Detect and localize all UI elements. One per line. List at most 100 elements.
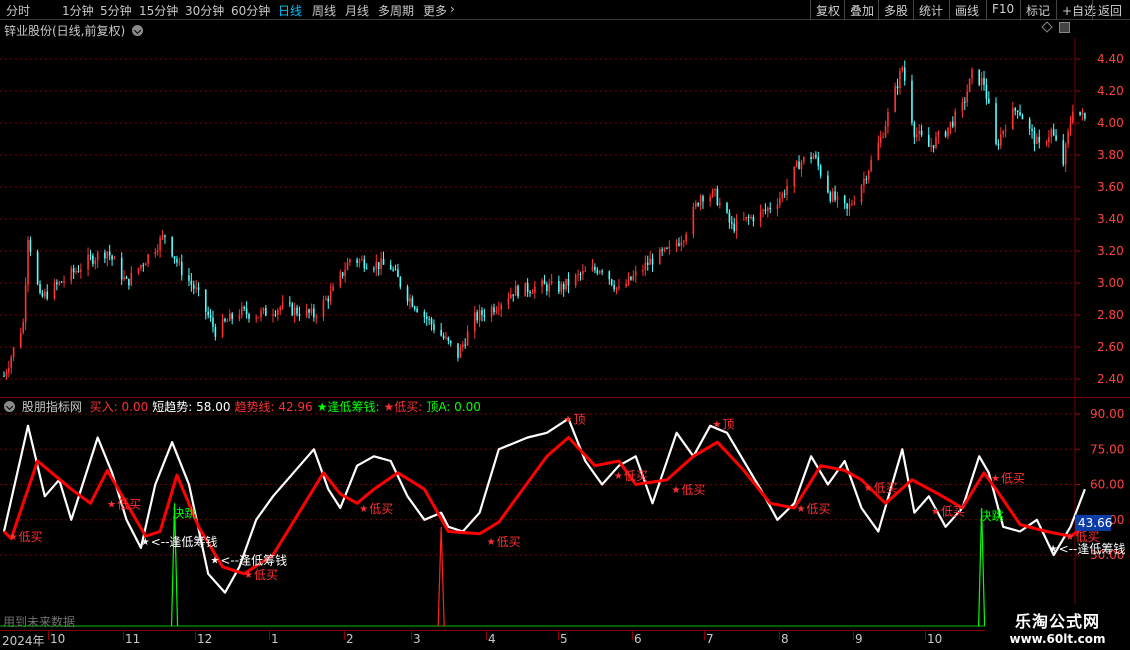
toolbar-button-1[interactable]: 叠加 (844, 0, 878, 20)
candle-body (800, 162, 803, 170)
candle-body (142, 265, 145, 267)
candle-body (373, 268, 375, 270)
candle-body (779, 198, 781, 205)
burst-marker: 决跳 (173, 507, 197, 521)
toolbar-button-6[interactable]: 标记 (1020, 0, 1054, 20)
candle-body (36, 251, 39, 285)
candle-body (120, 257, 123, 280)
diamond-icon[interactable] (1041, 21, 1053, 33)
candle-body (10, 357, 13, 368)
candle-body (783, 193, 786, 195)
tab-period-8[interactable]: 月线 (345, 2, 369, 19)
gather-marker: <--逢低筹钱 (151, 534, 218, 549)
tab-period-4[interactable]: 30分钟 (185, 2, 224, 19)
candle-body (546, 284, 548, 292)
candle-body (651, 258, 654, 265)
star-icon: ★ (712, 419, 721, 430)
tab-period-10[interactable]: 更多 (423, 2, 447, 19)
star-icon: ★ (991, 473, 1000, 484)
burst-marker: 决跳 (980, 509, 1004, 523)
star-icon: ★ (1049, 544, 1058, 555)
candle-body (731, 222, 733, 224)
indicator-chart[interactable]: 90.0075.0060.0045.0030.00★低买★低买★低买★低买★低买… (0, 398, 1130, 628)
candle-body (178, 261, 181, 263)
candle-body (461, 344, 464, 347)
candle-body (978, 69, 981, 85)
candle-body (341, 272, 344, 276)
low-buy-marker: 低买 (19, 530, 43, 544)
candle-body (478, 310, 481, 321)
candle-body (240, 306, 243, 316)
month-label: 5 (560, 632, 568, 646)
candle-body (733, 223, 736, 232)
candle-body (159, 237, 161, 251)
candle-body (951, 121, 954, 127)
chevron-right-icon[interactable]: › (450, 2, 455, 16)
tab-period-3[interactable]: 15分钟 (139, 2, 178, 19)
indicator-legend-0: 买入: 0.00 (89, 400, 149, 414)
candle-body (190, 280, 193, 285)
tab-period-2[interactable]: 5分钟 (100, 2, 132, 19)
toolbar-button-4[interactable]: 画线 (949, 0, 983, 20)
candle-body (5, 372, 8, 376)
tab-period-9[interactable]: 多周期 (378, 2, 414, 19)
candle-body (870, 159, 872, 171)
candle-body (495, 310, 498, 313)
candle-body (932, 145, 935, 148)
candle-body (1012, 108, 1014, 130)
watermark-url: www.60lt.com (1009, 632, 1106, 646)
candle-body (920, 130, 923, 136)
maximize-icon[interactable] (1059, 22, 1070, 33)
toolbar-button-8[interactable]: 返回 (1092, 0, 1126, 20)
candle-body (1033, 131, 1036, 145)
candle-body (231, 313, 233, 319)
chevron-down-icon[interactable] (4, 401, 15, 412)
candle-body (392, 269, 394, 271)
candle-body (971, 69, 973, 79)
tab-period-1[interactable]: 1分钟 (62, 2, 94, 19)
candle-body (123, 276, 125, 280)
candle-body (658, 249, 661, 265)
toolbar-button-5[interactable]: F10 (986, 0, 1018, 20)
candle-body (92, 255, 94, 264)
candlestick-chart[interactable]: 4.40 4.20 4.00 3.80 3.60 3.40 3.20 3.00 2.80 2.60… (0, 38, 1130, 398)
tab-period-5[interactable]: 60分钟 (231, 2, 270, 19)
candle-body (541, 280, 543, 287)
candle-body (87, 254, 89, 270)
candle-body (291, 303, 294, 316)
toolbar-button-3[interactable]: 统计 (913, 0, 947, 20)
tab-period-6[interactable]: 日线 (278, 2, 302, 19)
candle-body (918, 130, 920, 134)
candle-body (834, 191, 836, 200)
toolbar-button-2[interactable]: 多股 (878, 0, 912, 20)
indicator-header: 股朋指标网 买入: 0.00 短趋势: 58.00 趋势线: 42.96 ★逢低筹钱:… (4, 398, 489, 414)
stock-title: 锌业股份(日线,前复权) (4, 24, 126, 38)
star-icon: ★ (487, 537, 496, 548)
indicator-legend-2: 趋势线: 42.96 (234, 400, 313, 414)
toolbar-button-0[interactable]: 复权 (810, 0, 844, 20)
indicator-name[interactable]: 股朋指标网 (22, 400, 82, 414)
candle-body (577, 273, 579, 275)
candle-body (1002, 130, 1005, 135)
price-tick-label: 3.60 (1097, 180, 1124, 194)
month-tick (123, 631, 124, 640)
tab-period-0[interactable]: 分时 (6, 2, 30, 19)
candle-body (692, 207, 695, 235)
candle-body (776, 204, 779, 210)
tab-period-7[interactable]: 周线 (312, 2, 336, 19)
candle-body (459, 346, 462, 358)
chevron-down-icon[interactable] (132, 25, 144, 36)
candle-body (397, 269, 399, 278)
candle-body (308, 309, 310, 313)
candle-body (1000, 134, 1002, 146)
month-label: 10 (50, 632, 66, 646)
candle-body (243, 306, 245, 309)
candle-body (257, 317, 260, 319)
candle-body (718, 203, 721, 206)
candle-body (781, 193, 784, 199)
candle-body (668, 246, 671, 249)
candle-body (618, 286, 620, 288)
candle-body (382, 258, 385, 265)
candle-body (767, 207, 769, 211)
candle-body (610, 279, 613, 285)
